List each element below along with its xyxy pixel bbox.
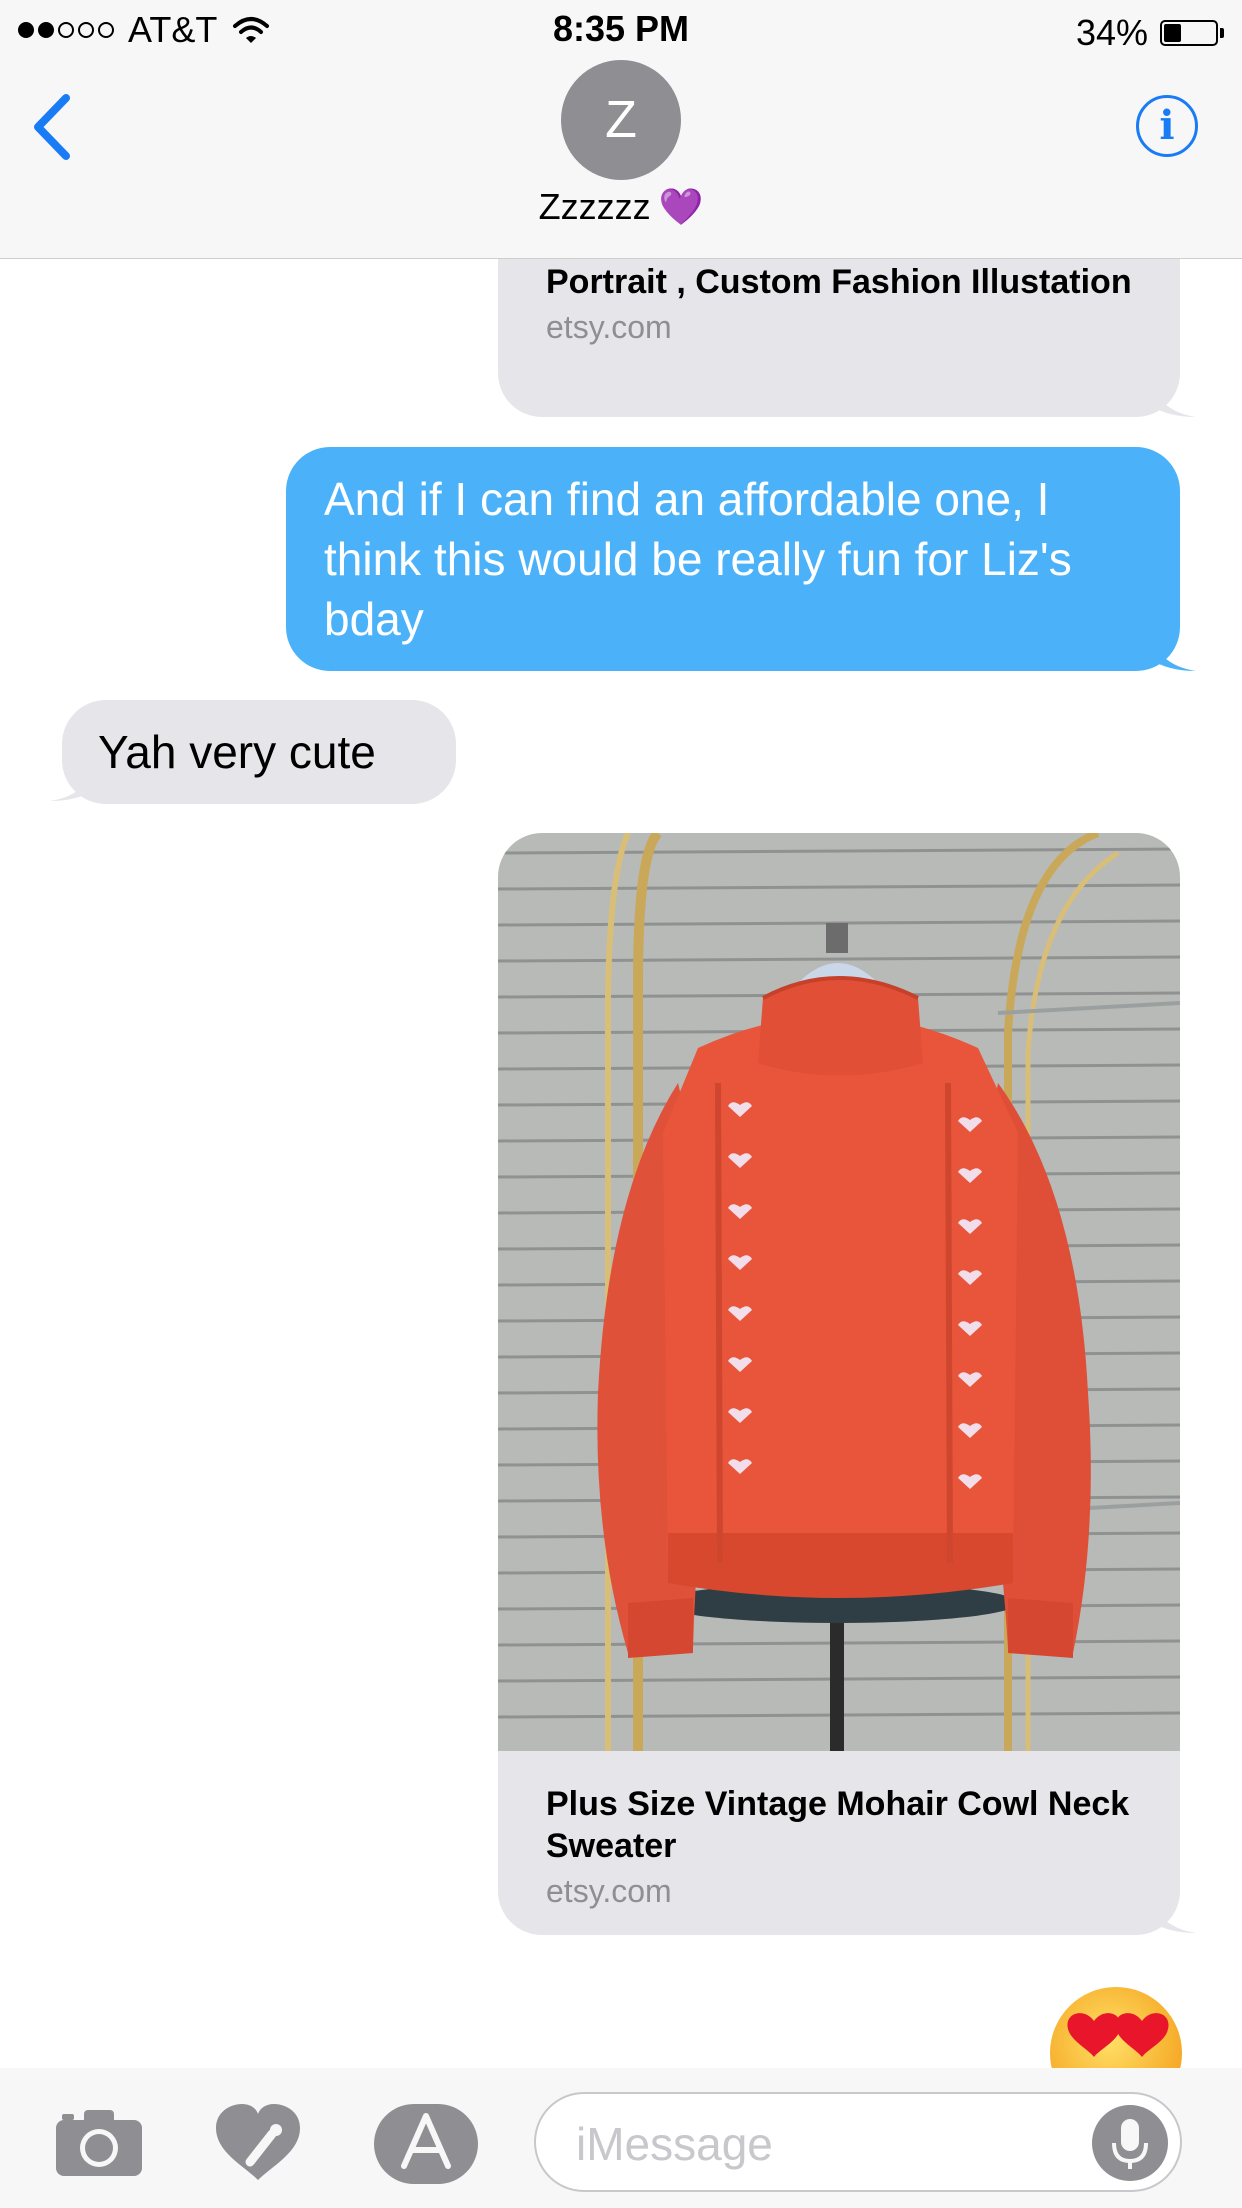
contact-name-label: Zzzzzz [538,186,651,227]
chevron-left-icon [34,94,70,160]
received-message-bubble[interactable]: Yah very cute [62,700,456,804]
bubble-tail [1150,375,1196,417]
link-preview-bubble[interactable]: Portrait , Custom Fashion Illustation et… [498,259,1180,417]
status-bar: AT&T 8:35 PM 34% [0,0,1242,60]
camera-icon[interactable] [56,2108,142,2176]
microphone-icon [1112,2119,1148,2169]
contact-name[interactable]: Zzzzzz 💜 [0,186,1242,228]
link-preview-domain: etsy.com [546,1873,672,1909]
back-button[interactable] [28,92,88,172]
message-input-field[interactable] [534,2092,1182,2192]
message-text: And if I can find an affordable one, I t… [324,473,1072,645]
sent-message-bubble[interactable]: And if I can find an affordable one, I t… [286,447,1180,671]
app-store-icon[interactable] [374,2104,478,2184]
battery-icon [1160,20,1218,46]
link-preview-bubble[interactable]: Plus Size Vintage Mohair Cowl Neck Sweat… [498,833,1180,1935]
battery-percentage: 34% [1075,12,1148,53]
microphone-button[interactable] [1092,2105,1168,2181]
info-button[interactable]: i [1136,95,1198,157]
bubble-tail [50,759,96,801]
message-thread[interactable]: Portrait , Custom Fashion Illustation et… [0,259,1242,2068]
bubble-tail [1150,629,1196,671]
bubble-tail [1150,1891,1196,1933]
digital-touch-icon[interactable] [214,2104,302,2184]
link-preview-title: Plus Size Vintage Mohair Cowl Neck Sweat… [546,1785,1130,1865]
compose-bar [0,2068,1242,2208]
message-input[interactable] [574,2116,1078,2172]
status-time: 8:35 PM [552,8,690,49]
link-preview-domain: etsy.com [546,309,672,345]
heart-eyes-emoji[interactable] [1046,1983,1186,2068]
message-text: Yah very cute [98,726,376,778]
link-preview-title: Portrait , Custom Fashion Illustation [546,263,1132,301]
contact-avatar[interactable]: Z [561,60,681,180]
app-store-glyph [401,2113,451,2169]
sweater-photo [498,833,1180,1751]
purple-heart-emoji: 💜 [658,186,704,227]
